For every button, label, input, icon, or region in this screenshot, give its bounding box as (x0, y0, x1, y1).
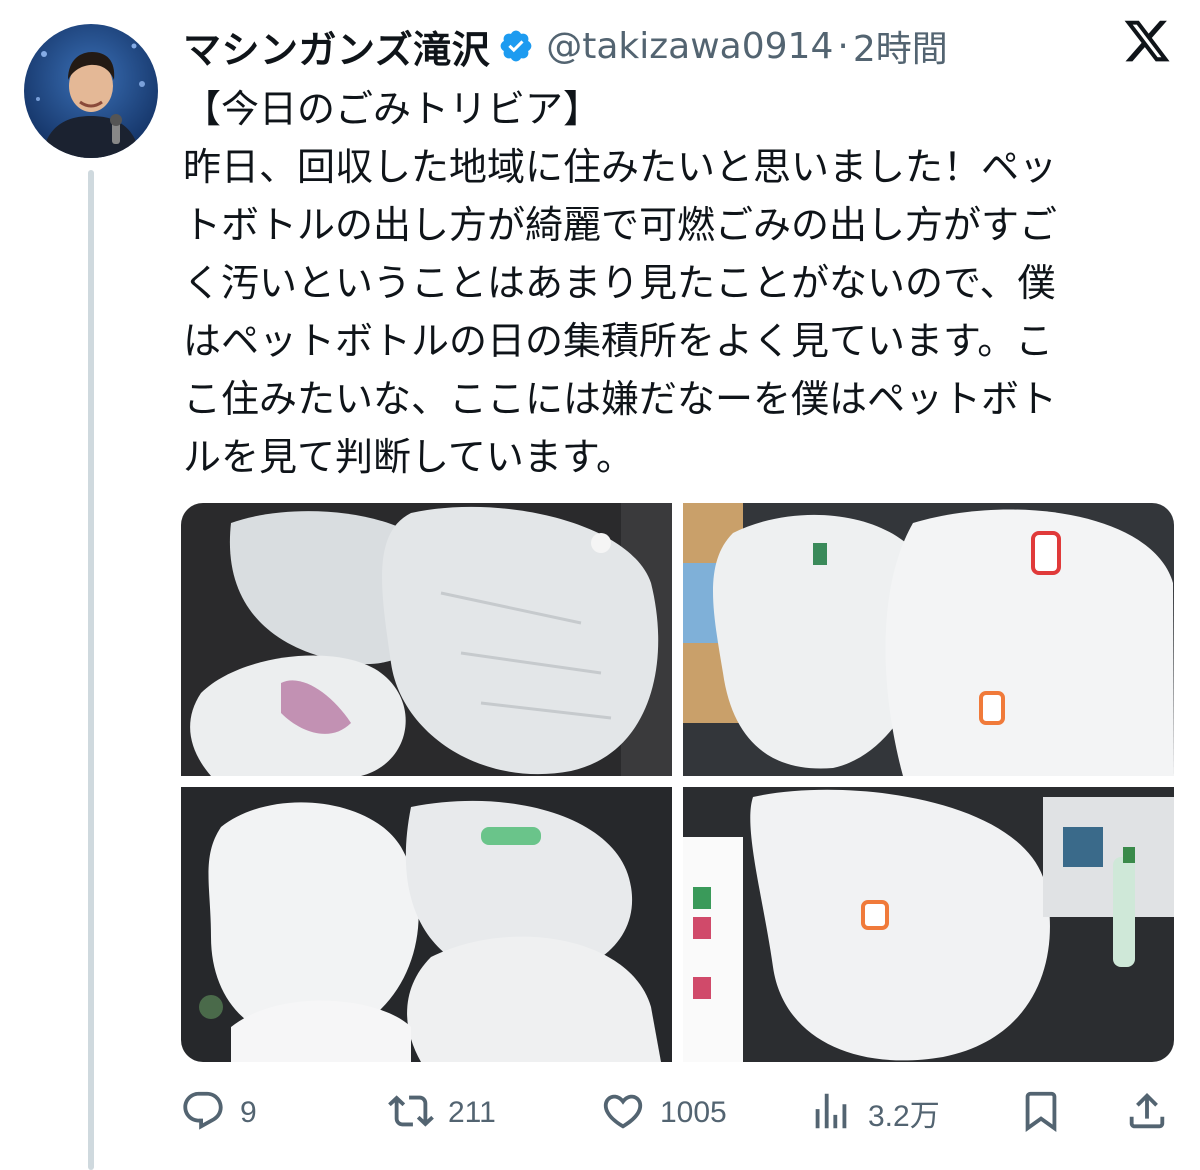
tweet-text: 【今日のごみトリビア】 昨日、回収した地域に住みたいと思いました！ペッ トボトル… (183, 80, 1153, 486)
share-button[interactable] (1124, 1085, 1170, 1141)
author-handle[interactable]: @takizawa0914 (546, 26, 833, 67)
author-display-name[interactable]: マシンガンズ滝沢 (183, 19, 490, 74)
views-button[interactable]: 3.2万 (808, 1085, 940, 1141)
reply-icon (180, 1088, 226, 1138)
tweet-line: こ住みたいな、ここには嫌だなーを僕はペットボト (183, 377, 1058, 421)
tweet-timestamp[interactable]: 2時間 (853, 20, 948, 72)
share-icon (1124, 1088, 1170, 1138)
heart-icon (600, 1088, 646, 1138)
retweet-button[interactable]: 211 (388, 1085, 496, 1141)
reply-count: 9 (240, 1096, 257, 1129)
avatar[interactable] (24, 24, 158, 158)
bookmark-button[interactable] (1018, 1085, 1064, 1141)
like-count: 1005 (660, 1096, 727, 1129)
thread-connector-line (88, 170, 94, 1170)
photo-trash-bags-4[interactable] (683, 787, 1174, 1062)
x-logo-icon[interactable] (1122, 16, 1172, 66)
tweet-line: く汚いということはあまり見たことがないので、僕 (183, 261, 1056, 305)
views-count: 3.2万 (868, 1100, 940, 1133)
tweet-line: ルを見て判断しています。 (183, 435, 635, 479)
tweet-line: はペットボトルの日の集積所をよく見ています。こ (183, 319, 1054, 363)
verified-badge-icon (498, 28, 534, 64)
tweet-action-bar: 9 211 1005 3.2万 (180, 1085, 1170, 1141)
photo-trash-bags-3[interactable] (181, 787, 672, 1062)
views-chart-icon (808, 1088, 854, 1138)
media-grid (181, 503, 1174, 1062)
tweet-line: トボトルの出し方が綺麗で可燃ごみの出し方がすご (183, 203, 1058, 247)
reply-button[interactable]: 9 (180, 1085, 257, 1141)
retweet-icon (388, 1088, 434, 1138)
tweet-header: マシンガンズ滝沢 @takizawa0914 · 2時間 (183, 20, 948, 72)
tweet-line: 昨日、回収した地域に住みたいと思いました！ペッ (183, 145, 1058, 189)
tweet-line: 【今日のごみトリビア】 (183, 87, 602, 131)
header-separator: · (837, 25, 849, 67)
retweet-count: 211 (448, 1096, 496, 1129)
photo-trash-bags-1[interactable] (181, 503, 672, 776)
like-button[interactable]: 1005 (600, 1085, 727, 1141)
bookmark-icon (1018, 1088, 1064, 1138)
photo-trash-bags-2[interactable] (683, 503, 1174, 776)
